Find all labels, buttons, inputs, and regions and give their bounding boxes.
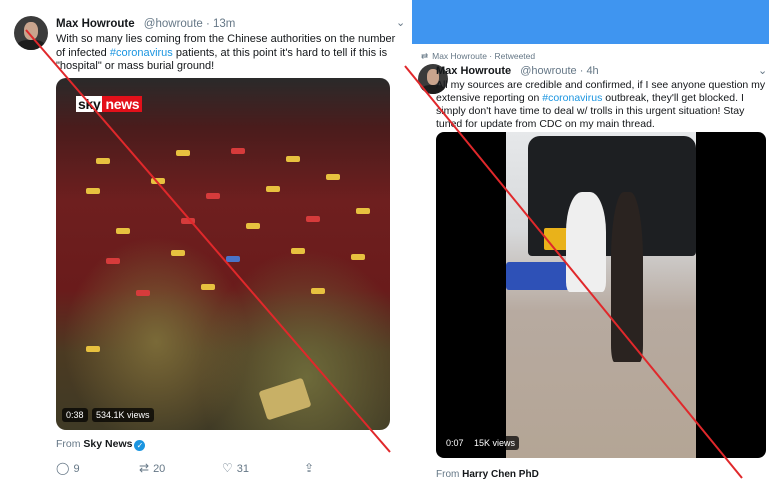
excavator (246, 223, 260, 229)
bulldozer (258, 377, 312, 421)
source-link[interactable]: Harry Chen PhD (462, 469, 539, 480)
excavator (231, 148, 245, 154)
excavator (96, 158, 110, 164)
tweet-header: Max Howroute @howroute · 13m (56, 18, 235, 30)
video-views: 534.1K views (92, 408, 154, 422)
tweet-right: ⇄ Max Howroute · Retweeted Max Howroute @… (418, 44, 769, 483)
excavator (136, 290, 150, 296)
chevron-down-icon[interactable]: ⌄ (396, 16, 405, 29)
background-banner (400, 0, 769, 44)
hashtag-link[interactable]: #coronavirus (110, 47, 173, 59)
video-duration: 0:07 (442, 436, 468, 450)
excavator (326, 174, 340, 180)
heart-icon: ♡ (222, 461, 233, 475)
excavator (351, 254, 365, 260)
excavator (106, 258, 120, 264)
excavator (176, 150, 190, 156)
tweet-text: All my sources are credible and confirme… (436, 79, 766, 131)
excavator (356, 208, 370, 214)
excavator (116, 228, 130, 234)
video-views: 15K views (470, 436, 520, 450)
excavator (151, 178, 165, 184)
excavator (171, 250, 185, 256)
avatar-face (24, 22, 38, 40)
video-duration: 0:38 (62, 408, 88, 422)
video-player[interactable]: 0:07 15K views (436, 132, 766, 458)
avatar[interactable] (14, 16, 48, 50)
chevron-down-icon[interactable]: ⌄ (758, 64, 767, 77)
excavator (266, 186, 280, 192)
person-dark-coat (611, 192, 643, 362)
from-prefix: From (56, 438, 84, 450)
retweet-small-icon: ⇄ (421, 51, 429, 61)
reply-icon: ◯ (56, 461, 70, 475)
excavator (86, 188, 100, 194)
excavator (291, 248, 305, 254)
handle-time: @howroute · 4h (520, 65, 599, 77)
excavator (311, 288, 325, 294)
video-player[interactable]: sky news 0:38 534.1K views (56, 78, 390, 430)
excavator (181, 218, 195, 224)
tweet-left: Max Howroute @howroute · 13m ⌄ With so m… (0, 0, 412, 483)
news-logo-text: news (102, 96, 143, 112)
retweet-count: 20 (153, 463, 166, 475)
sky-news-logo: sky news (76, 96, 143, 112)
retweet-icon: ⇄ (139, 461, 150, 475)
tweet-actions: ◯ 9 ⇄ 20 ♡ 31 ⇪ (56, 461, 356, 479)
verified-badge-icon: ✓ (134, 440, 146, 451)
retweet-label: Max Howroute · Retweeted (432, 51, 536, 61)
excavator (86, 346, 100, 352)
retweeted-indicator: ⇄ Max Howroute · Retweeted (421, 51, 535, 62)
video-frame (506, 132, 696, 458)
hashtag-link[interactable]: #coronavirus (542, 92, 602, 104)
excavator (226, 256, 240, 262)
tweet-text: With so many lies coming from the Chines… (56, 33, 401, 74)
excavator (286, 156, 300, 162)
like-count: 31 (236, 463, 250, 475)
from-source: From Sky News ✓ (56, 438, 146, 451)
excavator (306, 216, 320, 222)
from-prefix: From (436, 469, 463, 480)
reply-button[interactable]: ◯ 9 (56, 461, 80, 475)
like-button[interactable]: ♡ 31 (222, 461, 249, 475)
share-icon: ⇪ (304, 461, 315, 475)
share-button[interactable]: ⇪ (304, 461, 318, 475)
excavator (201, 284, 215, 290)
reply-count: 9 (73, 463, 80, 475)
sky-logo-text: sky (76, 96, 103, 112)
excavator (206, 193, 220, 199)
retweet-button[interactable]: ⇄ 20 (139, 461, 165, 475)
avatar-shirt (17, 39, 45, 50)
handle-time: @howroute · 13m (143, 18, 236, 30)
display-name[interactable]: Max Howroute (56, 18, 135, 30)
from-source: From Harry Chen PhD (436, 469, 539, 480)
tweet-header: Max Howroute @howroute · 4h (436, 65, 599, 77)
display-name[interactable]: Max Howroute (436, 65, 511, 77)
person-hazmat (566, 192, 606, 292)
source-link[interactable]: Sky News (83, 438, 132, 450)
